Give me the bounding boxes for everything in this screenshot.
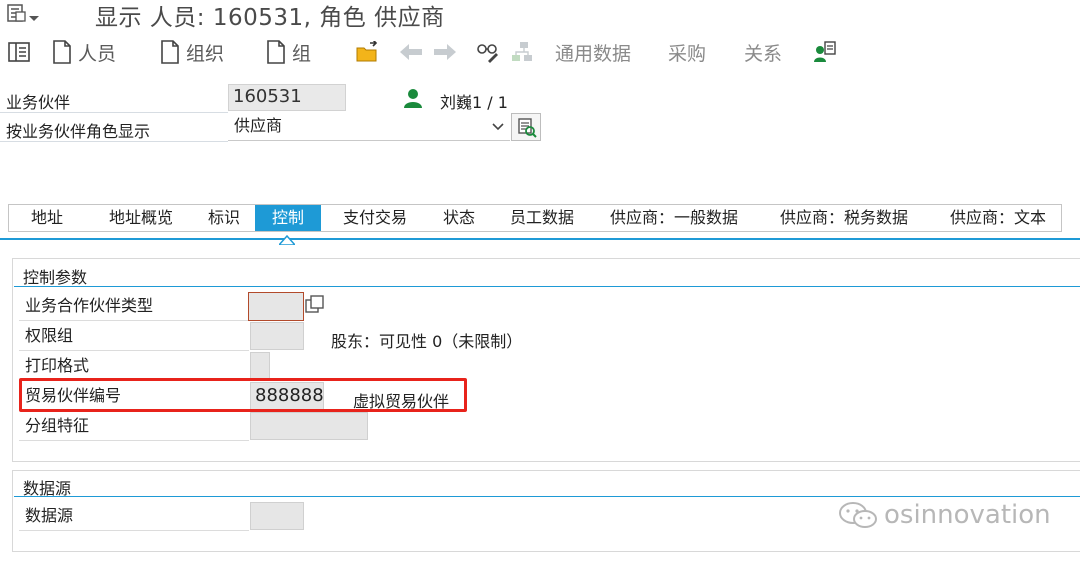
relations-label: 关系	[744, 42, 783, 65]
tab-control[interactable]: 控制	[255, 205, 321, 231]
print-format-label: 打印格式	[19, 351, 249, 381]
panel-icon	[8, 42, 30, 62]
purchasing-button[interactable]: 采购	[668, 37, 706, 67]
role-label: 按业务伙伴角色显示	[6, 122, 151, 141]
title-bar: 显示 人员: 160531, 角色 供应商	[0, 0, 1080, 31]
tab-vendor-general-data[interactable]: 供应商：一般数据	[599, 205, 749, 231]
arrow-right-icon	[434, 44, 456, 60]
bp-type-field[interactable]	[248, 292, 304, 321]
person-icon	[404, 88, 422, 112]
forward-button[interactable]	[432, 37, 458, 67]
print-format-field[interactable]	[250, 352, 270, 380]
person-button[interactable]: 人员	[52, 37, 116, 67]
copy-icon[interactable]	[305, 295, 325, 319]
role-select-value: 供应商	[234, 116, 283, 135]
row-divider	[0, 112, 228, 113]
auth-group-label: 权限组	[19, 321, 249, 351]
role-details-button[interactable]	[511, 113, 541, 141]
general-data-label: 通用数据	[555, 42, 632, 65]
active-tab-indicator	[277, 230, 297, 246]
folder-icon	[356, 41, 378, 62]
highlight-box	[19, 378, 467, 412]
group-button[interactable]: 组	[266, 37, 311, 67]
tab-strip: 地址 地址概览 标识 控制 支付交易 状态 员工数据 供应商：一般数据 供应商：…	[8, 204, 1062, 232]
page-title: 显示 人员: 160531, 角色 供应商	[95, 5, 445, 31]
panel-title-rule	[14, 286, 1080, 287]
arrow-left-icon	[400, 44, 422, 60]
back-button[interactable]	[398, 37, 424, 67]
display-change-button[interactable]	[476, 37, 500, 67]
shareholder-visibility-text: 股东：可见性 0（未限制）	[331, 332, 523, 351]
person-card-icon	[814, 41, 836, 62]
general-data-button[interactable]: 通用数据	[555, 37, 631, 67]
document-icon	[267, 40, 285, 64]
grouping-field[interactable]	[250, 412, 368, 440]
glasses-edit-icon	[477, 44, 498, 63]
data-source-label: 数据源	[19, 501, 249, 531]
chevron-down-icon	[492, 123, 504, 131]
person-label: 人员	[78, 42, 117, 65]
bp-type-label: 业务合作伙伴类型	[19, 291, 249, 321]
control-params-title: 控制参数	[23, 268, 88, 287]
data-source-field[interactable]	[250, 502, 304, 530]
purchasing-label: 采购	[668, 42, 707, 65]
organization-label: 组织	[186, 42, 225, 65]
hierarchy-icon	[512, 42, 532, 61]
tab-payment-transactions[interactable]: 支付交易	[331, 205, 419, 231]
wechat-icon	[839, 502, 877, 528]
tab-underline	[0, 238, 1080, 240]
tab-employee-data[interactable]: 员工数据	[497, 205, 587, 231]
grouping-label: 分组特征	[19, 411, 249, 441]
tab-vendor-tax-data[interactable]: 供应商：税务数据	[769, 205, 919, 231]
tab-identification[interactable]: 标识	[195, 205, 253, 231]
person-name: 刘巍1 / 1	[440, 93, 508, 112]
menu-icon[interactable]	[6, 3, 40, 25]
tab-address[interactable]: 地址	[9, 205, 85, 231]
bp-label: 业务伙伴	[6, 93, 71, 112]
toggle-panel-button[interactable]	[8, 37, 30, 67]
toolbar: 人员 组织 组 通用数据 采购 关系	[0, 33, 1080, 71]
watermark-text: osinnovation	[884, 500, 1051, 530]
person-details-button[interactable]	[813, 37, 837, 67]
search-list-icon	[518, 118, 537, 138]
panel-title-rule	[14, 496, 1080, 497]
group-label: 组	[292, 42, 312, 65]
row-divider	[0, 141, 228, 142]
tab-status[interactable]: 状态	[429, 205, 489, 231]
open-folder-button[interactable]	[356, 37, 380, 67]
organization-button[interactable]: 组织	[160, 37, 224, 67]
tab-address-overview[interactable]: 地址概览	[93, 205, 189, 231]
bp-number-field[interactable]: 160531	[228, 84, 346, 111]
relations-button[interactable]: 关系	[744, 37, 782, 67]
hierarchy-button[interactable]	[510, 37, 534, 67]
role-select[interactable]: 供应商	[228, 114, 510, 141]
document-icon	[53, 40, 71, 64]
auth-group-field[interactable]	[250, 322, 304, 350]
watermark: osinnovation	[838, 500, 1051, 530]
tab-vendor-text[interactable]: 供应商：文本	[939, 205, 1057, 231]
document-icon	[161, 40, 179, 64]
